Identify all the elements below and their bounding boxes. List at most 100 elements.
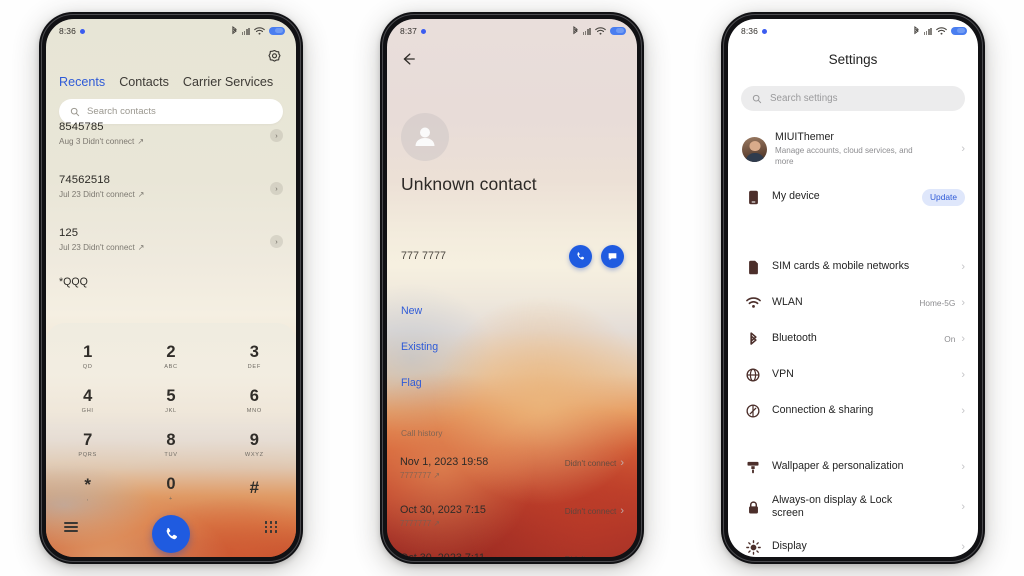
bluetooth-icon — [742, 331, 764, 347]
contact-number[interactable]: 777 7777 — [401, 250, 446, 262]
outgoing-arrow-icon: ↗ — [137, 243, 145, 252]
settings-row-lock-screen[interactable]: Always-on display & Lock screen › — [728, 485, 978, 529]
update-badge[interactable]: Update — [921, 188, 965, 206]
phone1-status-bar: 8:36 — [46, 19, 296, 41]
row-label: Wallpaper & personalization — [772, 460, 904, 473]
tab-contacts[interactable]: Contacts — [119, 75, 169, 89]
settings-row-vpn[interactable]: VPN › — [728, 357, 978, 393]
phone3-status-bar: 8:36 — [728, 19, 978, 41]
dialpad-key-7[interactable]: 7 PQRS — [46, 423, 129, 467]
status-time: 8:36 — [59, 26, 76, 36]
row-label: Connection & sharing — [772, 404, 874, 417]
chevron-right-icon[interactable]: › — [270, 235, 283, 248]
dialpad-key-hash[interactable]: # — [213, 467, 296, 511]
settings-group-connectivity: SIM cards & mobile networks › WLAN Home-… — [728, 249, 978, 429]
dialpad-key-star[interactable]: * , — [46, 467, 129, 511]
chevron-right-icon: › — [961, 460, 965, 473]
dialpad-key-6[interactable]: 6 MNO — [213, 379, 296, 423]
row-label: Bluetooth — [772, 332, 817, 345]
key-digit: 4 — [83, 387, 93, 406]
hamburger-icon[interactable] — [64, 519, 78, 534]
key-digit: 6 — [249, 387, 259, 406]
keypad-grid-icon[interactable] — [265, 521, 278, 533]
dialpad-key-4[interactable]: 4 GHI — [46, 379, 129, 423]
key-letters: PQRS — [78, 451, 97, 458]
signal-icon — [923, 27, 932, 35]
call-history-item[interactable]: Oct 30, 2023 7:11 Didn't connect › — [387, 552, 637, 557]
dialpad-key-2[interactable]: 2 ABC — [129, 335, 212, 379]
wifi-icon — [595, 27, 606, 35]
link-existing[interactable]: Existing — [401, 341, 438, 353]
call-list-item-partial[interactable]: *QQQ — [46, 274, 296, 288]
avatar — [742, 136, 767, 162]
dialer-tab-bar: Recents Contacts Carrier Services — [59, 75, 283, 89]
tab-recents[interactable]: Recents — [59, 75, 105, 89]
call-detail: Aug 3 Didn't connect ↗ — [59, 136, 145, 147]
dialpad-key-9[interactable]: 9 WXYZ — [213, 423, 296, 467]
tab-carrier-services[interactable]: Carrier Services — [183, 75, 273, 89]
gear-icon[interactable] — [266, 49, 283, 66]
call-history-item[interactable]: Oct 30, 2023 7:15 7777777 ↗ Didn't conne… — [387, 504, 637, 552]
outgoing-arrow-icon: ↗ — [433, 471, 441, 480]
outgoing-arrow-icon: ↗ — [137, 190, 145, 199]
key-digit: 7 — [83, 431, 93, 450]
settings-row-display[interactable]: Display › — [728, 529, 978, 557]
call-list-item[interactable]: 74562518 Jul 23 Didn't connect ↗ › — [46, 168, 296, 221]
account-subtitle: Manage accounts, cloud services, and mor… — [775, 146, 913, 166]
phone1-screen: 8:36 Recents Contacts Carrier Services S… — [46, 19, 296, 557]
row-label: VPN — [772, 368, 794, 381]
settings-row-wlan[interactable]: WLAN Home-5G › — [728, 285, 978, 321]
outgoing-arrow-icon: ↗ — [433, 519, 441, 528]
settings-row-wallpaper[interactable]: Wallpaper & personalization › — [728, 449, 978, 485]
call-history-label: Call history — [401, 428, 443, 438]
status-time: 8:37 — [400, 26, 417, 36]
row-label: SIM cards & mobile networks — [772, 260, 910, 273]
call-button[interactable] — [569, 245, 592, 268]
message-icon — [608, 253, 617, 261]
search-settings-input[interactable]: Search settings — [741, 86, 965, 111]
device-phone-icon — [742, 190, 764, 205]
dialpad-key-5[interactable]: 5 JKL — [129, 379, 212, 423]
chevron-right-icon: › — [961, 142, 965, 155]
settings-row-connection-sharing[interactable]: Connection & sharing › — [728, 393, 978, 429]
chevron-right-icon: › — [961, 500, 965, 513]
key-letters: TUV — [164, 451, 178, 458]
message-button[interactable] — [601, 245, 624, 268]
key-digit: 2 — [166, 343, 176, 362]
call-list-item[interactable]: 125 Jul 23 Didn't connect ↗ › — [46, 221, 296, 274]
history-sub: 7777777 ↗ — [400, 519, 441, 528]
phone2-status-bar: 8:37 — [387, 19, 637, 41]
dialpad-key-0[interactable]: 0 + — [129, 467, 212, 511]
settings-row-account[interactable]: MIUIThemer Manage accounts, cloud servic… — [728, 126, 978, 172]
account-name: MIUIThemer — [775, 130, 834, 143]
chevron-right-icon: › — [620, 457, 624, 469]
contact-link-list: New Existing Flag — [401, 305, 438, 413]
contact-action-buttons — [569, 245, 624, 268]
back-arrow-icon[interactable] — [400, 51, 416, 67]
sim-card-icon — [742, 260, 764, 275]
outgoing-arrow-icon: ↗ — [137, 137, 145, 146]
settings-row-bluetooth[interactable]: Bluetooth On › — [728, 321, 978, 357]
search-settings-placeholder: Search settings — [770, 93, 838, 104]
recent-calls-list: 8545785 Aug 3 Didn't connect ↗ › 7456251… — [46, 115, 296, 288]
chevron-right-icon[interactable]: › — [270, 129, 283, 142]
device-label: My device — [772, 190, 820, 203]
key-digit: 8 — [166, 431, 176, 450]
key-letters: ABC — [164, 363, 178, 370]
settings-row-sim-cards[interactable]: SIM cards & mobile networks › — [728, 249, 978, 285]
chevron-right-icon: › — [961, 368, 965, 381]
settings-group-account: MIUIThemer Manage accounts, cloud servic… — [728, 126, 978, 214]
settings-row-my-device[interactable]: My device Update — [728, 180, 978, 214]
link-new[interactable]: New — [401, 305, 438, 317]
chevron-right-icon[interactable]: › — [270, 182, 283, 195]
dialpad-key-8[interactable]: 8 TUV — [129, 423, 212, 467]
page-title: Settings — [828, 52, 878, 67]
call-list-item[interactable]: 8545785 Aug 3 Didn't connect ↗ › — [46, 115, 296, 168]
globe-icon — [742, 368, 764, 382]
dialpad-key-3[interactable]: 3 DEF — [213, 335, 296, 379]
dialpad-key-1[interactable]: 1 QD — [46, 335, 129, 379]
link-flag[interactable]: Flag — [401, 377, 438, 389]
call-history-item[interactable]: Nov 1, 2023 19:58 7777777 ↗ Didn't conne… — [387, 456, 637, 504]
signal-icon — [241, 27, 250, 35]
